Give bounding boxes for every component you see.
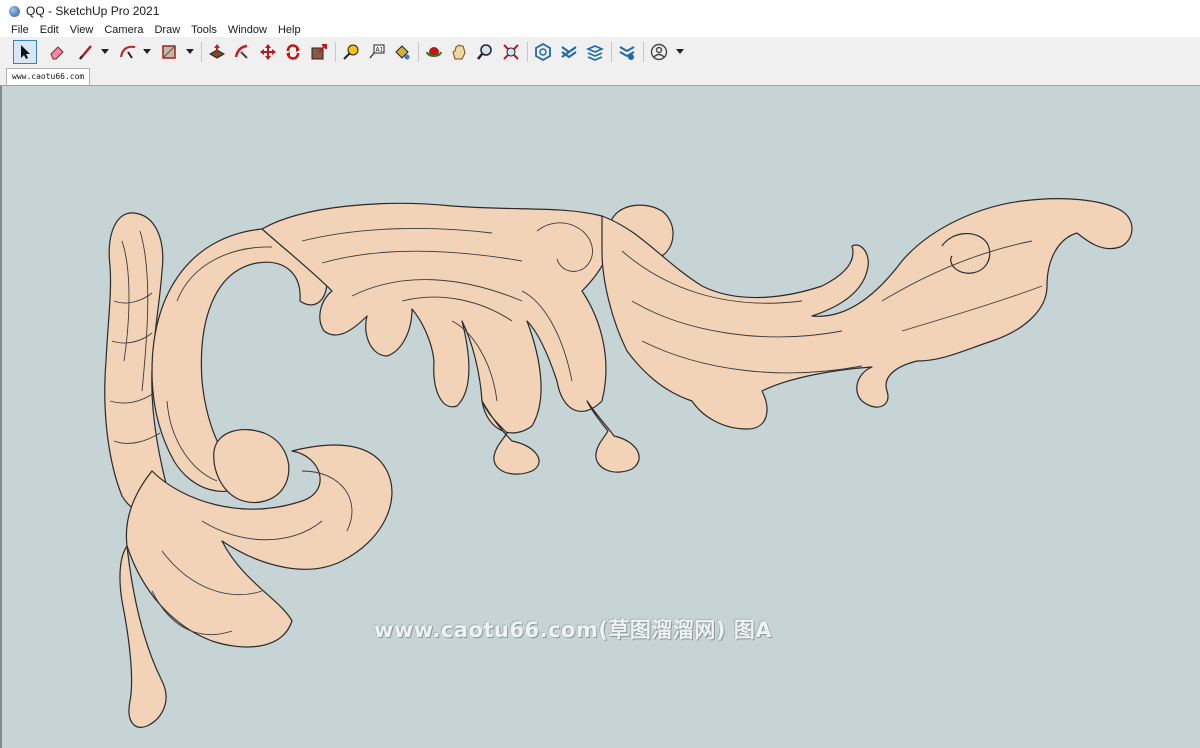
zoom-extents-tool-icon	[503, 44, 519, 60]
svg-text:A1: A1	[376, 47, 384, 54]
move-tool-icon	[260, 44, 276, 60]
large-tool-set-toolbar: A1	[0, 37, 1200, 68]
menu-file[interactable]: File	[11, 24, 29, 36]
layout-button[interactable]	[583, 40, 607, 64]
paint-bucket-tool-button[interactable]	[390, 40, 414, 64]
menu-window[interactable]: Window	[228, 24, 267, 36]
toolbar-separator	[201, 42, 202, 62]
line-tool-icon	[79, 45, 92, 60]
menu-help[interactable]: Help	[278, 24, 301, 36]
line-tool-button[interactable]	[74, 40, 98, 64]
layout-icon	[586, 45, 604, 61]
menu-camera[interactable]: Camera	[104, 24, 143, 36]
warehouse-icon	[535, 43, 551, 61]
orbit-tool-icon	[426, 47, 442, 57]
pan-tool-button[interactable]	[447, 40, 471, 64]
arc-tool-dropdown[interactable]	[143, 49, 151, 54]
toolbar-separator	[611, 42, 612, 62]
carved-scroll-model[interactable]	[2, 86, 1200, 748]
model-sweep-arm	[601, 198, 1133, 430]
watermark-text: www.caotu66.com(草图溜溜网) 图A	[374, 618, 773, 642]
eraser-tool-button[interactable]	[45, 40, 69, 64]
model-bulb-drop-right	[586, 400, 640, 473]
scale-tool-button[interactable]	[307, 40, 331, 64]
push-pull-tool-icon	[208, 44, 226, 59]
paint-bucket-tool-icon	[395, 45, 410, 60]
drawing-viewport[interactable]	[0, 85, 1200, 748]
line-tool-dropdown[interactable]	[101, 49, 109, 54]
account-icon	[650, 43, 668, 61]
rectangle-tool-icon	[162, 45, 176, 59]
toolbar-separator	[527, 42, 528, 62]
account-button[interactable]	[647, 40, 671, 64]
select-tool-icon	[21, 45, 30, 59]
rectangle-tool-dropdown[interactable]	[186, 49, 194, 54]
text-tool-icon: A1	[369, 44, 385, 59]
extension-warehouse-button[interactable]	[557, 40, 581, 64]
rotate-tool-icon	[286, 44, 300, 60]
menu-draw[interactable]: Draw	[154, 24, 180, 36]
orbit-tool-button[interactable]	[422, 40, 446, 64]
title-bar: QQ - SketchUp Pro 2021	[0, 0, 1200, 22]
menu-view[interactable]: View	[70, 24, 94, 36]
menu-edit[interactable]: Edit	[40, 24, 59, 36]
toolbar-separator	[335, 42, 336, 62]
follow-me-tool-icon	[234, 44, 248, 59]
menu-tools[interactable]: Tools	[191, 24, 217, 36]
select-tool-button[interactable]	[13, 40, 37, 64]
scene-tab[interactable]: www.caotu66.com	[6, 68, 91, 85]
extension-manager-icon	[619, 46, 635, 60]
toolbar-separator	[643, 42, 644, 62]
zoom-tool-icon	[477, 44, 492, 60]
sketchup-app-icon	[9, 5, 20, 17]
warehouse-button[interactable]	[531, 40, 555, 64]
tape-measure-tool-icon	[343, 44, 359, 60]
menu-bar: File Edit View Camera Draw Tools Window …	[0, 22, 1200, 37]
rotate-tool-button[interactable]	[281, 40, 305, 64]
push-pull-tool-button[interactable]	[205, 40, 229, 64]
arc-tool-button[interactable]	[116, 40, 140, 64]
arc-tool-icon	[120, 45, 136, 59]
account-dropdown[interactable]	[676, 49, 684, 54]
rectangle-tool-button[interactable]	[157, 40, 181, 64]
scale-tool-icon	[311, 44, 327, 60]
move-tool-button[interactable]	[256, 40, 280, 64]
zoom-tool-button[interactable]	[473, 40, 497, 64]
zoom-extents-tool-button[interactable]	[499, 40, 523, 64]
text-tool-button[interactable]: A1	[365, 40, 389, 64]
scene-tabs-bar: www.caotu66.com	[0, 67, 1200, 85]
toolbar-separator	[418, 42, 419, 62]
eraser-tool-icon	[50, 46, 64, 60]
window-title: QQ - SketchUp Pro 2021	[26, 4, 160, 18]
follow-me-tool-button[interactable]	[230, 40, 254, 64]
extension-warehouse-icon	[561, 46, 577, 59]
tape-measure-tool-button[interactable]	[339, 40, 363, 64]
pan-tool-icon	[452, 44, 466, 60]
extension-manager-button[interactable]	[615, 40, 639, 64]
